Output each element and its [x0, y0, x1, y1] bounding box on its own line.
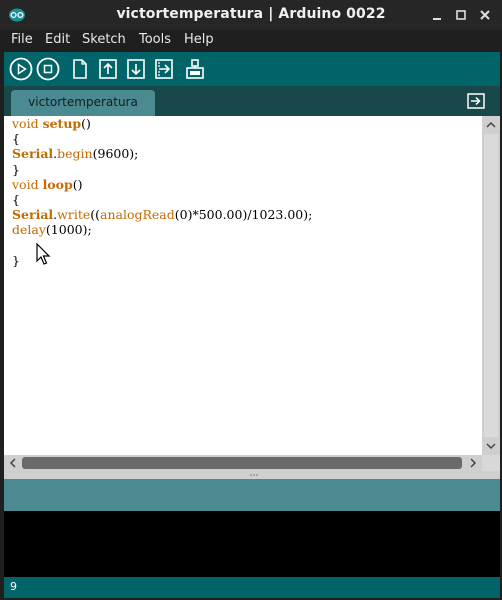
- code-line: delay(1000);: [12, 222, 92, 238]
- window-title: victortemperatura | Arduino 0022: [116, 6, 386, 22]
- horizontal-scrollbar[interactable]: [4, 455, 482, 471]
- menu-file[interactable]: File: [11, 32, 33, 47]
- menu-bar: File Edit Sketch Tools Help: [0, 30, 502, 52]
- code-line: Serial.begin(9600);: [12, 146, 138, 162]
- scroll-up-icon[interactable]: [484, 118, 498, 132]
- play-icon: [9, 57, 33, 81]
- horizontal-scroll-thumb[interactable]: [22, 457, 462, 469]
- close-button[interactable]: [478, 8, 492, 22]
- verify-button[interactable]: [9, 57, 33, 81]
- console-output[interactable]: [4, 511, 500, 577]
- vertical-scrollbar[interactable]: [482, 116, 500, 455]
- serial-monitor-icon: [186, 59, 204, 79]
- close-icon: [480, 10, 490, 20]
- code-line: }: [12, 162, 20, 178]
- menu-help[interactable]: Help: [184, 32, 214, 47]
- upload-button[interactable]: [152, 57, 176, 81]
- arrow-right-box-icon: [467, 93, 485, 109]
- tab-label: victortemperatura: [28, 95, 138, 109]
- code-token: {: [12, 192, 20, 207]
- vertical-scroll-track[interactable]: [484, 134, 498, 437]
- code-token: analogRead: [100, 207, 175, 223]
- serial-monitor-toolbar-button[interactable]: [183, 57, 207, 81]
- new-icon: [73, 59, 87, 79]
- code-token: Serial: [12, 146, 54, 162]
- minimize-button[interactable]: [430, 8, 444, 22]
- upload-icon: [155, 59, 173, 79]
- maximize-button[interactable]: [454, 8, 468, 22]
- minimize-icon: [433, 18, 441, 20]
- code-token: (0)*500.00)/1023.00);: [174, 207, 313, 223]
- drag-grip-icon: [250, 474, 258, 476]
- maximize-icon: [456, 10, 466, 20]
- code-token: (): [72, 176, 83, 192]
- tab-menu-button[interactable]: [466, 91, 486, 111]
- menu-edit[interactable]: Edit: [45, 32, 70, 47]
- stop-button[interactable]: [36, 57, 60, 81]
- code-token: }: [12, 161, 20, 177]
- code-line: {: [12, 192, 20, 208]
- code-line: Serial.write((analogRead(0)*500.00)/1023…: [12, 207, 312, 223]
- code-token: }: [12, 252, 20, 268]
- title-bar[interactable]: victortemperatura | Arduino 0022: [0, 0, 502, 30]
- code-line: void setup(): [12, 116, 91, 132]
- open-icon: [99, 59, 117, 79]
- code-token: (): [81, 116, 91, 131]
- new-button[interactable]: [68, 57, 92, 81]
- line-number: 9: [10, 580, 17, 593]
- message-area: [4, 479, 500, 511]
- scroll-right-icon[interactable]: [466, 456, 480, 470]
- line-status-bar: 9: [4, 577, 500, 598]
- code-line: {: [12, 131, 20, 147]
- code-line: void loop(): [12, 177, 83, 193]
- mouse-cursor-icon: [36, 243, 51, 265]
- code-token: {: [12, 131, 20, 147]
- panel-divider[interactable]: [4, 471, 500, 479]
- code-token: delay: [12, 222, 46, 238]
- code-token: void: [12, 176, 43, 192]
- code-token: setup: [42, 116, 82, 131]
- stop-icon: [36, 57, 60, 81]
- code-token: loop: [42, 176, 73, 192]
- code-token: void: [12, 116, 43, 131]
- menu-tools[interactable]: Tools: [139, 32, 171, 47]
- code-token: ((: [90, 207, 101, 223]
- code-editor[interactable]: void setup(){Serial.begin(9600);} void lo…: [4, 116, 482, 455]
- menu-sketch[interactable]: Sketch: [82, 32, 126, 47]
- code-token: (9600);: [92, 146, 139, 162]
- code-token: begin: [57, 146, 93, 162]
- code-line: }: [12, 253, 20, 269]
- scrollbar-corner: [482, 455, 500, 471]
- open-button[interactable]: [96, 57, 120, 81]
- tab-strip: victortemperatura: [4, 86, 500, 116]
- code-token: write: [57, 207, 91, 223]
- save-icon: [127, 59, 145, 79]
- tab-victortemperatura[interactable]: victortemperatura: [11, 90, 155, 116]
- toolbar: [4, 52, 500, 86]
- save-button[interactable]: [124, 57, 148, 81]
- arduino-window: victortemperatura | Arduino 0022 File Ed…: [0, 0, 502, 600]
- scroll-down-icon[interactable]: [484, 439, 498, 453]
- code-token: Serial: [12, 207, 54, 223]
- scroll-left-icon[interactable]: [6, 456, 20, 470]
- code-token: (1000);: [45, 222, 92, 238]
